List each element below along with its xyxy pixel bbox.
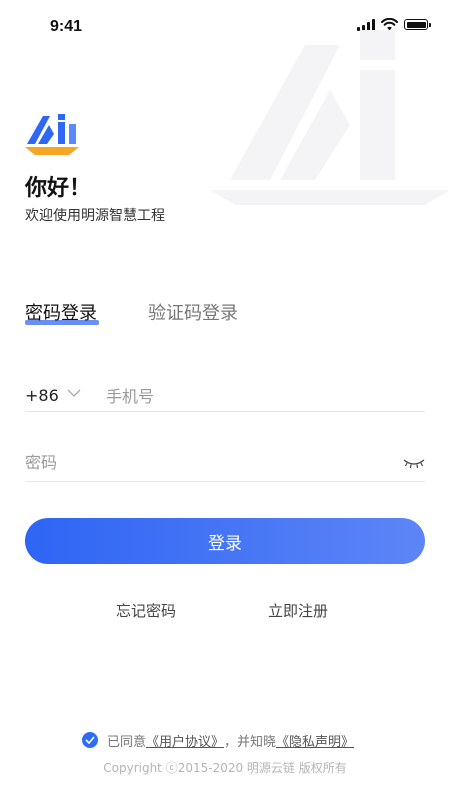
- app-logo-icon: [25, 114, 79, 155]
- phone-field-row: +86: [25, 380, 425, 412]
- copyright-text: Copyright ⓒ2015-2020 明源云链 版权所有: [103, 761, 347, 775]
- register-link[interactable]: 立即注册: [268, 600, 328, 621]
- forgot-password-link[interactable]: 忘记密码: [116, 600, 176, 621]
- tab-password-login-label: 密码登录: [25, 303, 97, 324]
- agreement-middle-text: ，并知晓: [224, 734, 277, 750]
- tab-sms-login[interactable]: 验证码登录: [148, 299, 238, 325]
- agreement-checkbox[interactable]: [82, 732, 98, 748]
- login-button[interactable]: 登录: [25, 518, 425, 564]
- password-field-row: [25, 445, 425, 482]
- status-time: 9:41: [50, 18, 83, 35]
- checkmark-icon: [85, 736, 95, 744]
- tab-password-login[interactable]: 密码登录: [25, 299, 99, 325]
- agreement-prefix-text: 已同意: [107, 734, 147, 750]
- battery-icon: [404, 19, 431, 30]
- chevron-down-icon[interactable]: [67, 388, 81, 398]
- user-agreement-link[interactable]: 《用户协议》: [146, 731, 224, 750]
- tab-sms-login-label: 验证码登录: [148, 303, 238, 324]
- phone-input[interactable]: [106, 385, 406, 407]
- logo-watermark-icon: [210, 30, 450, 205]
- privacy-policy-link[interactable]: 《隐私声明》: [276, 731, 354, 750]
- welcome-subtitle: 欢迎使用明源智慧工程: [25, 208, 165, 224]
- eye-closed-icon[interactable]: [403, 458, 425, 470]
- signal-icon: [357, 18, 375, 31]
- country-code-selector[interactable]: +86: [25, 386, 59, 405]
- password-input[interactable]: [25, 451, 365, 473]
- agreement-row: 已同意 《用户协议》 ，并知晓 《隐私声明》: [82, 730, 354, 750]
- greeting-title: 你好！: [25, 176, 92, 201]
